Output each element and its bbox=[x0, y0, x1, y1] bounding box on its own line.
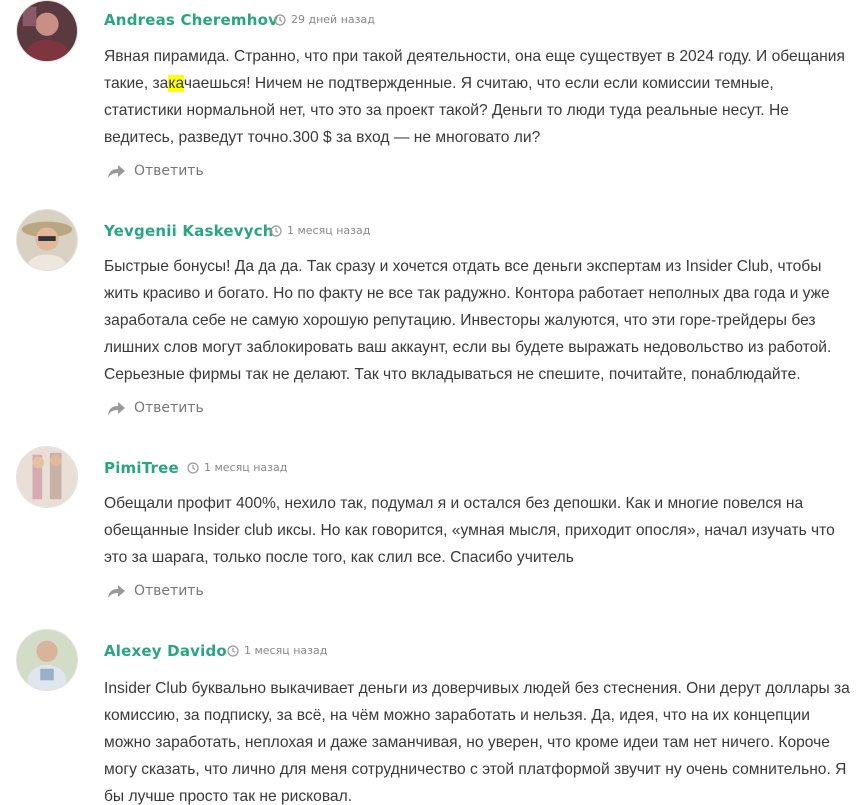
comment-date-text: 1 месяц назад bbox=[204, 461, 288, 474]
reply-arrow-icon bbox=[108, 585, 125, 598]
comment-author[interactable]: Andreas Cheremhov bbox=[104, 11, 278, 29]
comment-author[interactable]: PimiTree bbox=[104, 459, 179, 477]
comment-date-text: 29 дней назад bbox=[291, 13, 375, 26]
comment-text: Явная пирамида. Странно, что при такой д… bbox=[104, 43, 854, 151]
comment-text: Обещали профит 400%, нехило так, подумал… bbox=[104, 495, 835, 566]
clock-icon bbox=[274, 13, 286, 26]
avatar[interactable] bbox=[16, 209, 78, 271]
comment-text-part: чаешься! Ничем не подтвержденные. Я счит… bbox=[104, 75, 789, 146]
reply-label: Ответить bbox=[134, 583, 204, 599]
reply-button[interactable]: Ответить bbox=[106, 163, 204, 179]
comment-text: Insider Club буквально выкачивает деньги… bbox=[104, 680, 850, 805]
comment-author[interactable]: Alexey Davido bbox=[104, 642, 227, 660]
comment-author[interactable]: Yevgenii Kaskevych bbox=[104, 222, 274, 240]
clock-icon bbox=[270, 224, 282, 237]
avatar[interactable] bbox=[16, 629, 78, 691]
avatar-image bbox=[17, 447, 77, 507]
comment-date: 1 месяц назад bbox=[270, 224, 370, 237]
reply-button[interactable]: Ответить bbox=[106, 400, 204, 416]
avatar-image bbox=[17, 630, 77, 690]
comment-date: 1 месяц назад bbox=[227, 644, 327, 657]
avatar-image bbox=[17, 1, 77, 61]
comment-date-text: 1 месяц назад bbox=[287, 224, 371, 237]
avatar-image bbox=[17, 210, 77, 270]
comment-date-text: 1 месяц назад bbox=[244, 644, 328, 657]
comment-date: 1 месяц назад bbox=[187, 461, 287, 474]
reply-button[interactable]: Ответить bbox=[106, 583, 204, 599]
comment-text: Быстрые бонусы! Да да да. Так сразу и хо… bbox=[104, 258, 832, 383]
comment-date: 29 дней назад bbox=[274, 13, 375, 26]
clock-icon bbox=[227, 644, 239, 657]
search-highlight: ка bbox=[168, 75, 184, 92]
avatar[interactable] bbox=[16, 0, 78, 62]
reply-label: Ответить bbox=[134, 163, 204, 179]
avatar[interactable] bbox=[16, 446, 78, 508]
clock-icon bbox=[187, 461, 199, 474]
reply-arrow-icon bbox=[108, 402, 125, 415]
reply-label: Ответить bbox=[134, 400, 204, 416]
reply-arrow-icon bbox=[108, 165, 125, 178]
